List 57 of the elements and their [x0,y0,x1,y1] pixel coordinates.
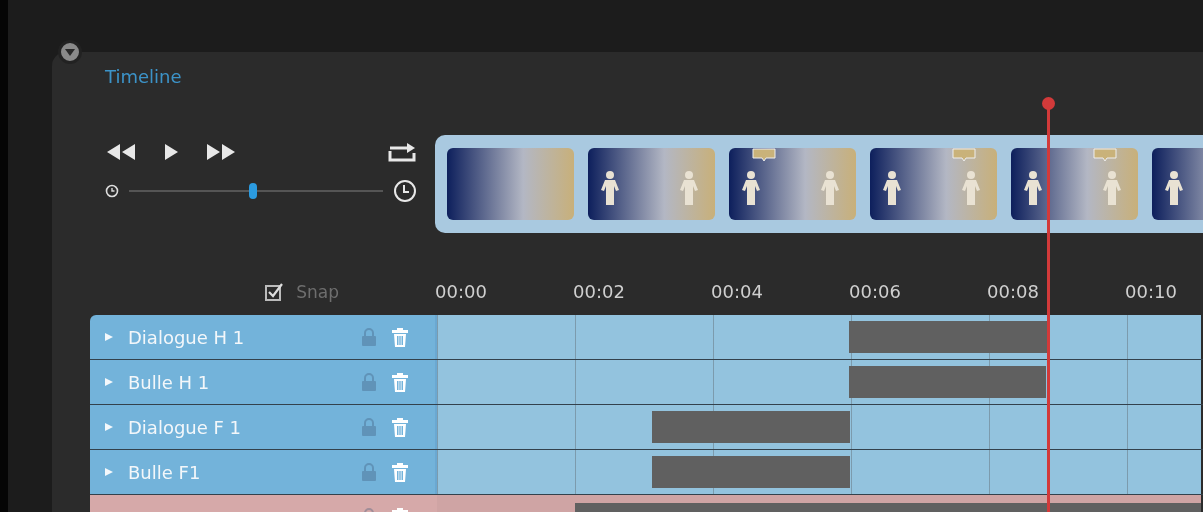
scene-thumbnail[interactable] [447,148,574,220]
trash-icon[interactable] [391,372,409,392]
track-name: Bulle H 1 [128,371,210,393]
clip-bar[interactable] [651,456,850,488]
person-icon [1023,170,1043,206]
snap-label: Snap [296,282,339,302]
expand-icon[interactable] [104,467,114,477]
lock-icon[interactable] [361,418,377,436]
expand-icon[interactable] [104,377,114,387]
loop-icon[interactable] [387,141,417,163]
person-icon [741,170,761,206]
panel-title: Timeline [105,65,182,89]
person-icon [882,170,902,206]
clip-bar[interactable] [848,321,1049,353]
speech-bubble-icon [751,148,777,162]
trash-icon[interactable] [391,462,409,482]
scene-thumbnail[interactable] [870,148,997,220]
small-clock-icon [105,184,119,198]
lock-icon[interactable] [361,463,377,481]
clip-bar[interactable] [651,411,850,443]
person-icon [820,170,840,206]
clip-bar[interactable] [848,366,1046,398]
lock-icon[interactable] [361,328,377,346]
time-label: 00:08 [987,281,1040,302]
track-header[interactable]: Dialogue F 1 [90,405,435,449]
time-label: 00:06 [849,281,902,302]
lock-icon[interactable] [361,373,377,391]
track-header[interactable]: Bulle F1 [90,450,435,494]
scene-thumbnail[interactable] [729,148,856,220]
collapse-button[interactable] [58,40,82,64]
person-icon [1102,170,1122,206]
track-name: Dialogue F 1 [128,416,242,438]
person-icon [1164,170,1184,206]
time-label: 00:00 [435,281,488,302]
person-icon [961,170,981,206]
large-clock-icon [393,179,417,203]
track-header[interactable]: Dialogue H 1 [90,315,435,359]
playhead[interactable] [1041,97,1055,512]
time-label: 00:10 [1125,281,1178,302]
time-label: 00:02 [573,281,626,302]
track-name: Bulle F1 [128,461,201,483]
person-icon [679,170,699,206]
caret-icon [64,47,76,57]
track-header[interactable]: Bulle H 1 [90,360,435,404]
expand-icon[interactable] [104,332,114,342]
time-label: 00:04 [711,281,764,302]
scene-thumbnail[interactable] [1011,148,1138,220]
trash-icon[interactable] [391,327,409,347]
scene-thumbnail[interactable] [588,148,715,220]
rewind-icon[interactable] [105,142,137,162]
trash-icon[interactable] [391,417,409,437]
fast-forward-icon[interactable] [205,142,237,162]
track-name: Dialogue H 1 [128,326,245,348]
person-icon [600,170,620,206]
speech-bubble-icon [951,148,977,162]
expand-icon[interactable] [104,422,114,432]
speech-bubble-icon [1092,148,1118,162]
